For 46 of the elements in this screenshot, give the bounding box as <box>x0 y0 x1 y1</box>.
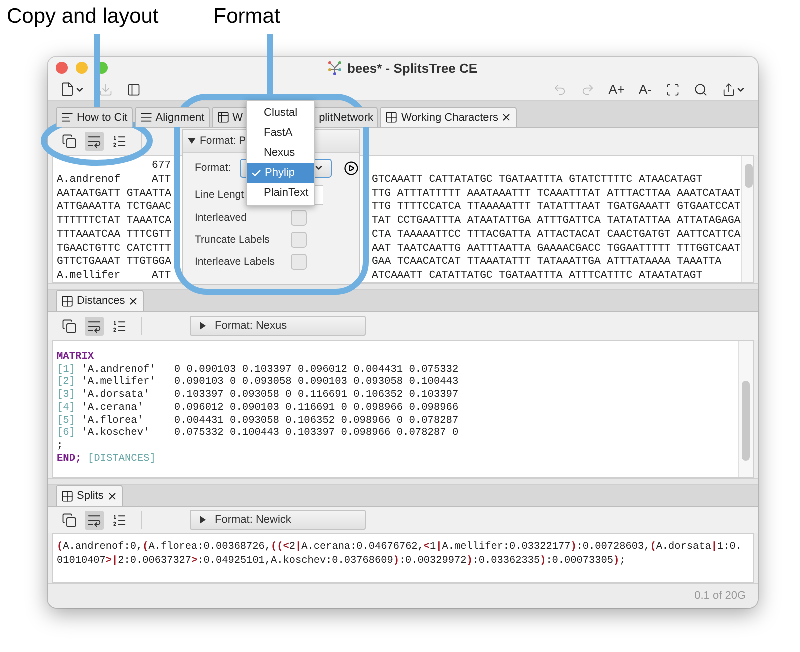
sequence-text: GTTCTGAAAT TTGTGGA <box>57 256 172 270</box>
option-label: Interleave Labels <box>195 256 276 268</box>
sequence-text: ATTGAAATTA TCTGAAC <box>57 201 172 215</box>
taxon-name: A.mellifer <box>57 270 122 282</box>
keyword: MATRIX <box>57 351 94 363</box>
sequence-text: AAT TAATCAATTG AATTTAATTA GAAAACGACC TGGAATTTTT TTTGGTCAAT <box>372 242 741 256</box>
matrix-row: 'A.mellifer' 0.090103 0 0.093058 0.090103 0.093058 0.100443 <box>82 376 459 388</box>
matrix-row: 'A.cerana' 0.096012 0.090103 0.116691 0 0.098966 0.098966 <box>82 402 459 414</box>
sequence-text: GAA TCAACATCAT TTAAATATTT TATAAATTGA ATTTATAAAA TAAATTA <box>372 256 723 270</box>
row-index: [1] <box>57 364 76 376</box>
row-index: [2] <box>57 376 76 388</box>
matrix-row: 'A.koschev' 0.075332 0.100443 0.103397 0.098966 0.078287 0 <box>82 427 459 440</box>
sequence-text: ATT <box>152 174 172 188</box>
row-index: [3] <box>57 389 76 402</box>
code-text: ; <box>57 440 64 452</box>
callout-label: Copy and layout <box>7 5 159 29</box>
sequence-text: TTTAAATCAA TTTCGTT <box>57 228 172 242</box>
matrix-row: 'A.dorsata' 0.103397 0.093058 0 0.116691 0.106352 0.103397 <box>82 389 459 402</box>
matrix-row: 'A.florea' 0.004431 0.093058 0.106352 0.098966 0 0.078287 <box>82 414 459 427</box>
field-label: Line Lengt <box>195 189 246 201</box>
option-label: Interleaved <box>195 212 248 224</box>
option-label: Truncate Labels <box>195 234 271 246</box>
newick-text: 01010407>|2:0.00637327>:0.04925101,A.koschev:0.03768609):0.00329972):0.03362335):0.00073305); <box>57 555 627 569</box>
row-index: [4] <box>57 402 76 414</box>
comment: [DISTANCES] <box>88 452 156 465</box>
keyword: END; <box>57 452 82 465</box>
status-text: 0.1 of 20G <box>694 590 746 602</box>
column-number: 677 <box>152 160 172 174</box>
sequence-text: ATT <box>152 270 172 282</box>
row-index: [6] <box>57 427 76 440</box>
sequence-text: TTTTTTCTAT TAAATCA <box>57 215 172 229</box>
sequence-text: GTCAAATT CATTATATGC TGATAATTTA GTATCTTTTC ATAACATAGT <box>372 174 704 188</box>
sequence-text: TGAACTGTTC CATCTTT <box>57 242 172 256</box>
sequence-text: TTG TTTTCCATCA TTAAAAATTT TATATTTAAT TGATGAAATT GTGAATCCAT <box>372 201 741 215</box>
sequence-text: AATAATGATT GTAATTA <box>57 188 172 202</box>
row-index: [5] <box>57 414 76 427</box>
taxon-name: A.andrenof <box>57 174 122 188</box>
callout-label: Format <box>214 5 280 29</box>
sequence-text: TTG ATTTATTTTT AAATAAATTT TCAAATTTAT ATTTACTTAA AAATCATAAT <box>372 188 741 202</box>
field-label: Format: <box>195 162 232 174</box>
sequence-text: ATCAAATT CATATTATGC TGATAATTTA ATTTCATTTC ATAATATAGT <box>372 270 704 282</box>
matrix-row: 'A.andrenof' 0 0.090103 0.103397 0.096012 0.004431 0.075332 <box>82 364 459 376</box>
newick-text: (A.andrenof:0,(A.florea:0.00368726,((<2|A.cerana:0.04676762,<1|A.mellifer:0.03322177):0.00728603,(A.dorsata|1:0. <box>57 541 743 555</box>
window-title: bees* - SplitsTree CE <box>347 60 478 76</box>
sequence-text: CTA TAAAAATTCC TTTACGATTA ATTACTACAT CAACTGATGT AATTCATTCA <box>372 228 741 242</box>
sequence-text: TAT CCTGAATTTA ATAATATTGA ATTTGATTCA TATATATTAA ATTATAGAGA <box>372 215 741 229</box>
